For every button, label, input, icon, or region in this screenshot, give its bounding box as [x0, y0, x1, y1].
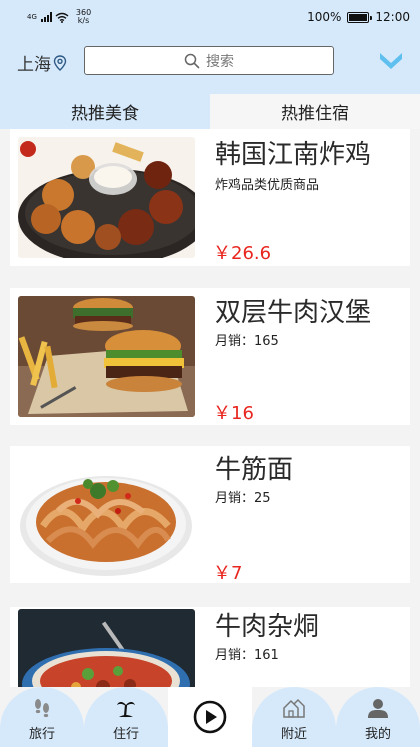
chevron-down-icon[interactable]: [379, 50, 403, 72]
item-sales: 月销：165: [215, 334, 279, 349]
nav-profile[interactable]: 我的: [336, 687, 420, 747]
tab-lodging[interactable]: 热推住宿: [210, 94, 420, 129]
nav-play[interactable]: [168, 687, 252, 747]
nav-label: 附近: [280, 727, 307, 742]
speed-unit: k/s: [77, 16, 90, 25]
burger-image: [18, 296, 195, 417]
item-sales: 月销：25: [215, 491, 271, 506]
palm-tree-icon: [117, 701, 135, 718]
battery-icon: [347, 11, 373, 23]
nav-nearby[interactable]: 附近: [252, 687, 336, 747]
item-name: 韩国江南炸鸡: [215, 140, 372, 170]
noodles-image: [18, 456, 195, 577]
nav-travel[interactable]: 旅行: [0, 687, 84, 747]
category-tabs: 热推美食 热推住宿: [0, 94, 420, 129]
nearby-houses-icon: [283, 698, 305, 718]
network-speed: 360 k/s: [76, 9, 91, 25]
signal-icon: [40, 12, 52, 22]
fried-chicken-image: [18, 137, 195, 258]
nav-label: 旅行: [28, 727, 55, 742]
item-price: ￥7: [213, 563, 243, 584]
list-item[interactable]: 牛肉杂烔 月销：161: [10, 607, 410, 687]
location-pin-icon: [53, 54, 67, 71]
beef-stew-image: [18, 609, 195, 687]
search-icon: [184, 53, 200, 68]
tab-food[interactable]: 热推美食: [0, 94, 210, 129]
item-name: 双层牛肉汉堡: [215, 298, 372, 328]
battery-percent: 100%: [307, 10, 342, 24]
play-icon: [193, 700, 227, 734]
item-price: ￥26.6: [213, 243, 272, 264]
item-description: 炸鸡品类优质商品: [215, 178, 320, 193]
bottom-nav: 旅行 住行 附近 我的: [0, 687, 420, 747]
search-placeholder: 搜索: [206, 53, 234, 70]
nav-label: 住行: [112, 727, 139, 742]
app-header: 上海 搜索: [0, 34, 420, 94]
list-item[interactable]: 牛筋面 月销：25 ￥7: [10, 446, 410, 584]
list-item[interactable]: 双层牛肉汉堡 月销：165 ￥16: [10, 288, 410, 425]
status-left: 4G 360 k/s: [27, 9, 91, 25]
status-right: 100% 12:00: [307, 10, 410, 24]
nav-stay[interactable]: 住行: [84, 687, 168, 747]
list-item[interactable]: 韩国江南炸鸡 炸鸡品类优质商品 ￥26.6: [10, 129, 410, 266]
user-icon: [368, 699, 388, 718]
search-input[interactable]: 搜索: [84, 46, 334, 75]
item-price: ￥16: [213, 403, 254, 424]
city-selector[interactable]: 上海: [17, 50, 67, 75]
item-name: 牛筋面: [215, 455, 294, 485]
city-name: 上海: [17, 55, 51, 75]
wifi-icon: [55, 12, 69, 23]
product-list: 韩国江南炸鸡 炸鸡品类优质商品 ￥26.6 双层牛肉汉堡 月销：165 ￥16: [0, 129, 420, 687]
item-name: 牛肉杂烔: [215, 612, 320, 642]
footprints-icon: [35, 699, 49, 718]
clock: 12:00: [375, 10, 410, 24]
status-bar: 4G 360 k/s 100% 12:00: [0, 0, 420, 34]
item-sales: 月销：161: [215, 648, 279, 663]
network-type: 4G: [27, 12, 37, 21]
nav-label: 我的: [364, 727, 391, 742]
